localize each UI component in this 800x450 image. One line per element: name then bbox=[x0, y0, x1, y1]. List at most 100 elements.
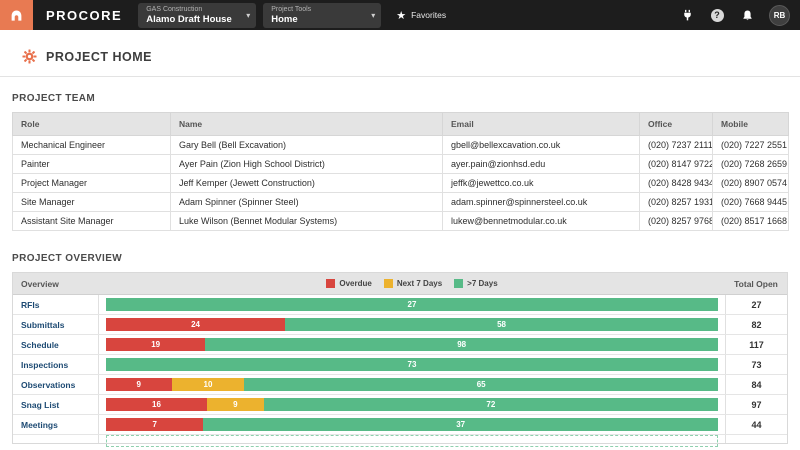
overview-bar-cell: 91065 bbox=[99, 375, 725, 394]
team-cell-mobile: (020) 8517 1668 bbox=[713, 212, 789, 231]
bar-segment-overdue: 19 bbox=[106, 338, 205, 351]
bar-segment-overdue: 9 bbox=[106, 378, 172, 391]
team-cell-name: Adam Spinner (Spinner Steel) bbox=[171, 193, 443, 212]
favorites-button[interactable]: ★ Favorites bbox=[396, 9, 446, 22]
overview-row-label-inspections[interactable]: Inspections bbox=[13, 355, 99, 374]
team-cell-email: gbell@bellexcavation.co.uk bbox=[443, 136, 640, 155]
overview-row-label bbox=[13, 435, 99, 443]
chevron-down-icon: ▾ bbox=[371, 11, 375, 20]
team-col-office: Office bbox=[640, 113, 713, 136]
overview-bar-cell: 737 bbox=[99, 415, 725, 434]
legend-swatch bbox=[384, 279, 393, 288]
procore-home-icon[interactable] bbox=[0, 0, 33, 30]
overview-row-label-schedule[interactable]: Schedule bbox=[13, 335, 99, 354]
overview-row: Observations 91065 84 bbox=[13, 375, 787, 395]
total-open-header: Total Open bbox=[725, 279, 787, 289]
team-col-name: Name bbox=[171, 113, 443, 136]
team-table-body: Mechanical EngineerGary Bell (Bell Excav… bbox=[13, 136, 789, 231]
overview-total-value: 117 bbox=[725, 335, 787, 354]
overview-row-partial bbox=[13, 435, 787, 443]
bar-segment-overdue: 16 bbox=[106, 398, 207, 411]
project-selector-dropdown[interactable]: GAS Construction Alamo Draft House ▾ bbox=[138, 3, 256, 28]
overview-total-value: 84 bbox=[725, 375, 787, 394]
team-cell-office: (020) 8257 9768 bbox=[640, 212, 713, 231]
overview-bar-cell: 16972 bbox=[99, 395, 725, 414]
bar-segment--7-days: 73 bbox=[106, 358, 718, 371]
overview-row-label-submittals[interactable]: Submittals bbox=[13, 315, 99, 334]
question-mark-glyph: ? bbox=[711, 9, 724, 22]
overview-row: Meetings 737 44 bbox=[13, 415, 787, 435]
legend-label: Overdue bbox=[339, 279, 371, 288]
project-team-table: Role Name Email Office Mobile Mechanical… bbox=[12, 112, 789, 231]
legend-item: >7 Days bbox=[454, 279, 497, 288]
overview-total-value: 44 bbox=[725, 415, 787, 434]
team-cell-office: (020) 7237 2111 bbox=[640, 136, 713, 155]
overview-row: RFIs2727 bbox=[13, 295, 787, 315]
overview-row-label-meetings[interactable]: Meetings bbox=[13, 415, 99, 434]
team-cell-email: jeffk@jewettco.co.uk bbox=[443, 174, 640, 193]
notifications-bell-icon[interactable] bbox=[739, 7, 755, 23]
stacked-bar: 91065 bbox=[106, 378, 718, 391]
team-col-mobile: Mobile bbox=[713, 113, 789, 136]
bar-segment--7-days: 72 bbox=[264, 398, 718, 411]
team-cell-role: Assistant Site Manager bbox=[13, 212, 171, 231]
team-header-row: Role Name Email Office Mobile bbox=[13, 113, 789, 136]
topbar-right-icons: ? RB bbox=[679, 5, 800, 26]
header-divider bbox=[0, 76, 800, 77]
team-cell-mobile: (020) 7268 2659 bbox=[713, 155, 789, 174]
overview-total-value: 73 bbox=[725, 355, 787, 374]
team-cell-name: Luke Wilson (Bennet Modular Systems) bbox=[171, 212, 443, 231]
overview-header-label: Overview bbox=[13, 279, 99, 289]
stacked-bar: 737 bbox=[106, 418, 718, 431]
overview-bar-cell: 2458 bbox=[99, 315, 725, 334]
team-row: Mechanical EngineerGary Bell (Bell Excav… bbox=[13, 136, 789, 155]
project-overview-table: Overview Overdue Next 7 Days >7 Days Total… bbox=[12, 272, 788, 444]
bar-segment--7-days: 98 bbox=[205, 338, 718, 351]
project-selector-caption: GAS Construction bbox=[146, 5, 236, 14]
team-cell-role: Mechanical Engineer bbox=[13, 136, 171, 155]
team-col-email: Email bbox=[443, 113, 640, 136]
tool-selector-dropdown[interactable]: Project Tools Home ▾ bbox=[263, 3, 381, 28]
user-avatar[interactable]: RB bbox=[769, 5, 790, 26]
connections-plug-icon[interactable] bbox=[679, 7, 695, 23]
help-icon[interactable]: ? bbox=[709, 7, 725, 23]
tool-selector-value: Home bbox=[271, 14, 361, 25]
chart-legend: Overdue Next 7 Days >7 Days bbox=[99, 279, 725, 288]
team-cell-mobile: (020) 7668 9445 bbox=[713, 193, 789, 212]
legend-item: Next 7 Days bbox=[384, 279, 442, 288]
team-cell-role: Painter bbox=[13, 155, 171, 174]
stacked-bar: 1998 bbox=[106, 338, 718, 351]
overview-row: Schedule 1998 117 bbox=[13, 335, 787, 355]
bar-segment--7-days: 58 bbox=[285, 318, 718, 331]
favorites-label: Favorites bbox=[411, 10, 446, 20]
overview-row: Snag List 16972 97 bbox=[13, 395, 787, 415]
project-team-section-title: PROJECT TEAM bbox=[12, 93, 800, 104]
stacked-bar: 16972 bbox=[106, 398, 718, 411]
stacked-bar: 27 bbox=[106, 298, 718, 311]
bar-segment-overdue: 7 bbox=[106, 418, 203, 431]
page-title: PROJECT HOME bbox=[46, 50, 152, 64]
overview-header-row: Overview Overdue Next 7 Days >7 Days Total… bbox=[13, 273, 787, 295]
overview-bar-cell: 1998 bbox=[99, 335, 725, 354]
star-icon: ★ bbox=[396, 9, 406, 22]
team-col-role: Role bbox=[13, 113, 171, 136]
overview-row: Inspections 73 73 bbox=[13, 355, 787, 375]
overview-row-label-rfis[interactable]: RFIs bbox=[13, 295, 99, 314]
project-selector-value: Alamo Draft House bbox=[146, 14, 236, 25]
overview-bar-cell bbox=[99, 435, 725, 443]
team-cell-name: Ayer Pain (Zion High School District) bbox=[171, 155, 443, 174]
overview-rows: RFIs2727Submittals245882Schedule1998117I… bbox=[13, 295, 787, 435]
team-cell-email: adam.spinner@spinnersteel.co.uk bbox=[443, 193, 640, 212]
overview-row-label-observations[interactable]: Observations bbox=[13, 375, 99, 394]
team-cell-name: Jeff Kemper (Jewett Construction) bbox=[171, 174, 443, 193]
overview-row-label-snag-list[interactable]: Snag List bbox=[13, 395, 99, 414]
team-row: Project ManagerJeff Kemper (Jewett Const… bbox=[13, 174, 789, 193]
stacked-bar: 2458 bbox=[106, 318, 718, 331]
legend-swatch bbox=[454, 279, 463, 288]
overview-total-cell bbox=[725, 435, 787, 443]
team-cell-office: (020) 8257 1931 bbox=[640, 193, 713, 212]
home-arch-icon bbox=[9, 8, 24, 23]
overview-total-value: 97 bbox=[725, 395, 787, 414]
overview-bar-cell: 73 bbox=[99, 355, 725, 374]
bar-segment--7-days: 37 bbox=[203, 418, 718, 431]
